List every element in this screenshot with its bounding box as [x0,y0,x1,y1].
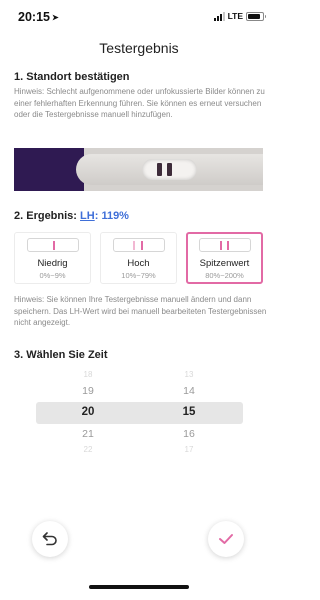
signal-icon [213,11,225,21]
picker-row: 18 13 [0,370,278,386]
strip-control-line [157,163,162,176]
option-name-high: Hoch [127,258,150,269]
lh-link[interactable]: LH [80,210,95,222]
status-time-text: 20:15 [18,10,50,24]
status-time: 20:15 ➤ [18,10,59,24]
confirm-button[interactable] [208,521,244,557]
page-title: Testergebnis [99,40,179,56]
status-bar: 20:15 ➤ LTE [0,0,278,32]
selected-hour[interactable]: 20 [38,406,138,418]
hour-option[interactable]: 18 [38,370,138,379]
undo-arrow-icon [42,532,57,546]
undo-button[interactable] [32,521,68,557]
peak-mark-2 [226,241,229,250]
hour-option[interactable]: 21 [38,428,138,440]
status-indicators: LTE [213,11,266,21]
option-range-low: 0%~9% [39,271,66,280]
low-indicator-bar [26,238,79,252]
high-mark [140,241,143,250]
minute-option[interactable]: 17 [139,445,239,454]
checkmark-icon [219,534,233,544]
picker-row: 21 16 [0,428,278,444]
minute-option[interactable]: 14 [139,385,239,397]
section-location-hint: Hinweis: Schlecht aufgenommene oder unfo… [14,87,265,120]
hour-option[interactable]: 19 [38,385,138,397]
strip-test-line [167,163,172,176]
section-time-title: 3. Wählen Sie Zeit [14,349,108,361]
high-indicator-bar [112,238,165,252]
picker-row: 22 17 [0,445,278,461]
result-prefix: 2. Ergebnis: [14,210,81,222]
option-range-high: 10%~79% [121,271,156,280]
section-result-title: 2. Ergebnis: LH: 119% [14,210,129,222]
peak-indicator-bar [198,238,251,252]
minute-option[interactable]: 13 [139,370,239,379]
network-type: LTE [227,11,243,21]
section-location-title: 1. Standort bestätigen [14,71,130,83]
test-strip-photo[interactable] [14,148,263,191]
strip-handle [14,148,84,191]
battery-icon [246,11,266,21]
option-name-low: Niedrig [37,258,68,269]
option-card-peak[interactable]: Spitzenwert 80%~200% [186,232,263,284]
option-range-peak: 80%~200% [205,271,244,280]
picker-row-selected: 20 15 [0,406,278,422]
peak-mark-1 [219,241,222,250]
home-indicator[interactable] [89,585,189,589]
option-card-high[interactable]: Hoch 10%~79% [100,232,177,284]
hour-option[interactable]: 22 [38,445,138,454]
selected-minute[interactable]: 15 [139,406,239,418]
option-card-low[interactable]: Niedrig 0%~9% [14,232,91,284]
low-mark [52,241,55,250]
minute-option[interactable]: 16 [139,428,239,440]
lh-percent-value: 119% [101,210,129,222]
location-arrow-icon: ➤ [51,13,59,22]
picker-row: 19 14 [0,385,278,401]
high-mark-faint [132,241,135,250]
section-result-hint: Hinweis: Sie können Ihre Testergebnisse … [14,295,267,328]
option-name-peak: Spitzenwert [199,258,250,269]
